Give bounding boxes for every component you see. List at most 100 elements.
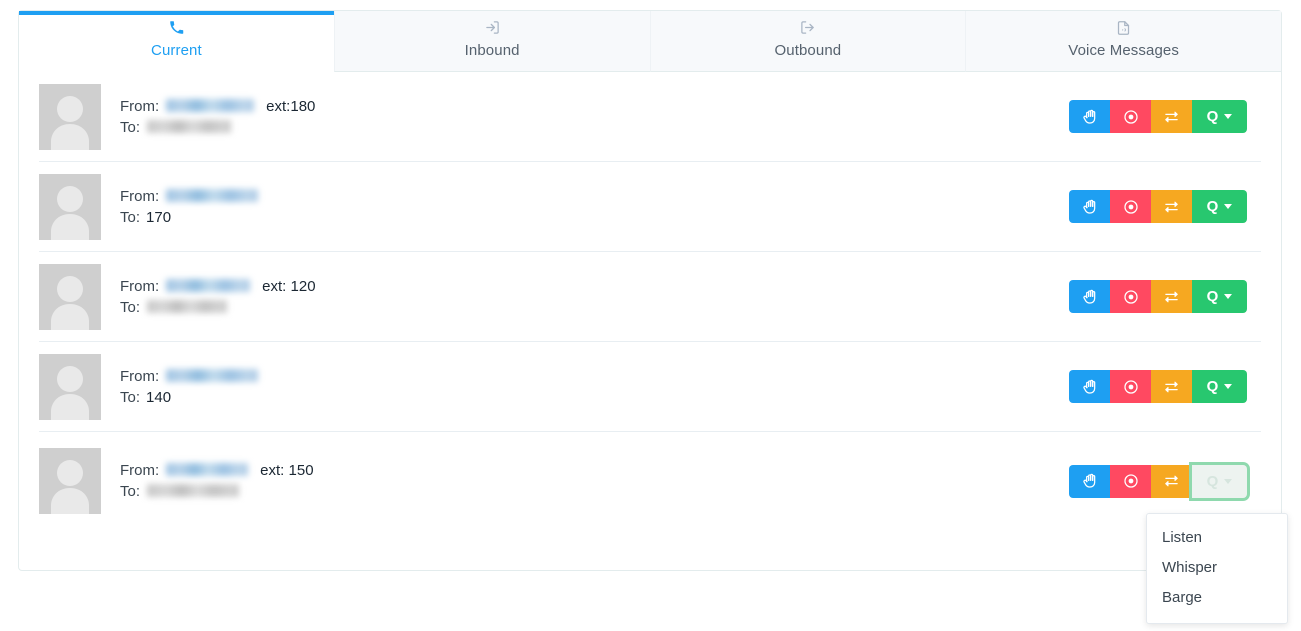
call-caller-block: From:To: 140 bbox=[39, 354, 258, 420]
transfer-icon bbox=[1163, 109, 1180, 125]
hand-icon bbox=[1082, 379, 1098, 395]
caret-down-icon bbox=[1224, 384, 1232, 389]
call-info: From:ext: 120To: bbox=[120, 276, 316, 318]
call-from-line: From: ext: 150 bbox=[120, 460, 314, 481]
call-to-label: To: bbox=[120, 387, 140, 408]
record-button[interactable] bbox=[1110, 100, 1151, 133]
call-to-line: To: 140 bbox=[120, 387, 258, 408]
hand-icon bbox=[1082, 199, 1098, 215]
call-actions: Q bbox=[1069, 100, 1247, 133]
tab-inbound[interactable]: Inbound bbox=[334, 11, 650, 72]
call-from-value[interactable] bbox=[166, 99, 254, 112]
call-caller-block: From:ext: 120To: bbox=[39, 264, 316, 330]
call-actions: Q bbox=[1069, 370, 1247, 403]
record-icon bbox=[1123, 289, 1139, 305]
call-dashboard-page: Current Inbound bbox=[0, 0, 1301, 631]
record-icon bbox=[1123, 379, 1139, 395]
call-info: From: ext: 150To: bbox=[120, 460, 314, 502]
record-icon bbox=[1123, 109, 1139, 125]
dropdown-item-whisper[interactable]: Whisper bbox=[1147, 553, 1287, 583]
avatar bbox=[39, 448, 101, 514]
record-icon bbox=[1123, 199, 1139, 215]
tab-current[interactable]: Current bbox=[19, 11, 334, 72]
queue-button-label: Q bbox=[1207, 109, 1219, 124]
call-from-value[interactable] bbox=[166, 463, 248, 476]
queue-button[interactable]: Q bbox=[1192, 280, 1247, 313]
avatar bbox=[39, 174, 101, 240]
record-button[interactable] bbox=[1110, 190, 1151, 223]
sign-in-icon bbox=[485, 20, 500, 37]
record-button[interactable] bbox=[1110, 465, 1151, 498]
tab-voice-messages[interactable]: Voice Messages bbox=[965, 11, 1281, 72]
queue-button-label: Q bbox=[1207, 474, 1219, 489]
hold-button[interactable] bbox=[1069, 370, 1110, 403]
call-from-line: From: ext:180 bbox=[120, 96, 315, 117]
hand-icon bbox=[1082, 473, 1098, 489]
call-to-label: To: bbox=[120, 117, 140, 138]
call-from-label: From: bbox=[120, 186, 159, 207]
queue-button[interactable]: Q bbox=[1192, 190, 1247, 223]
call-to-line: To: bbox=[120, 481, 314, 502]
queue-button-label: Q bbox=[1207, 289, 1219, 304]
call-to-value: 170 bbox=[146, 207, 171, 228]
call-from-label: From: bbox=[120, 460, 159, 481]
call-to-line: To: bbox=[120, 117, 315, 138]
avatar bbox=[39, 84, 101, 150]
hold-button[interactable] bbox=[1069, 280, 1110, 313]
call-actions: Q bbox=[1069, 465, 1247, 498]
queue-dropdown-menu: Listen Whisper Barge bbox=[1146, 513, 1288, 624]
voice-message-icon bbox=[1116, 20, 1131, 37]
hand-icon bbox=[1082, 109, 1098, 125]
call-from-value[interactable] bbox=[166, 189, 258, 202]
call-info: From: ext:180 To: bbox=[120, 96, 315, 138]
sign-out-icon bbox=[800, 20, 815, 37]
call-actions: Q bbox=[1069, 280, 1247, 313]
call-to-value: 140 bbox=[146, 387, 171, 408]
call-row: From: ext:180 To: Q bbox=[39, 72, 1261, 162]
transfer-button[interactable] bbox=[1151, 100, 1192, 133]
queue-button[interactable]: Q bbox=[1192, 100, 1247, 133]
call-row: From:To: 140 Q bbox=[39, 342, 1261, 432]
avatar bbox=[39, 354, 101, 420]
record-button[interactable] bbox=[1110, 280, 1151, 313]
dropdown-item-listen[interactable]: Listen bbox=[1147, 523, 1287, 553]
call-row: From:To:170Q bbox=[39, 162, 1261, 252]
transfer-button[interactable] bbox=[1151, 190, 1192, 223]
call-from-value[interactable] bbox=[166, 279, 250, 292]
call-from-line: From: bbox=[120, 186, 258, 207]
hold-button[interactable] bbox=[1069, 100, 1110, 133]
call-from-label: From: bbox=[120, 96, 159, 117]
transfer-button[interactable] bbox=[1151, 280, 1192, 313]
call-actions: Q bbox=[1069, 190, 1247, 223]
dropdown-item-barge[interactable]: Barge bbox=[1147, 583, 1287, 613]
call-from-line: From:ext: 120 bbox=[120, 276, 316, 297]
call-tabs: Current Inbound bbox=[19, 11, 1281, 72]
transfer-button[interactable] bbox=[1151, 370, 1192, 403]
caret-down-icon bbox=[1224, 479, 1232, 484]
queue-button[interactable]: Q bbox=[1192, 465, 1247, 498]
caret-down-icon bbox=[1224, 204, 1232, 209]
transfer-icon bbox=[1163, 199, 1180, 215]
transfer-button[interactable] bbox=[1151, 465, 1192, 498]
call-list: From:ext:180To:QFrom:To:170QFrom:ext: 12… bbox=[19, 72, 1281, 530]
phone-icon bbox=[169, 20, 184, 37]
queue-button[interactable]: Q bbox=[1192, 370, 1247, 403]
queue-button-label: Q bbox=[1207, 379, 1219, 394]
call-from-value[interactable] bbox=[166, 369, 258, 382]
tab-voice-messages-label: Voice Messages bbox=[1068, 42, 1179, 59]
transfer-icon bbox=[1163, 379, 1180, 395]
call-to-label: To: bbox=[120, 297, 140, 318]
tab-outbound[interactable]: Outbound bbox=[650, 11, 966, 72]
call-extension: ext:180 bbox=[266, 96, 315, 117]
record-button[interactable] bbox=[1110, 370, 1151, 403]
call-from-line: From: bbox=[120, 366, 258, 387]
calls-card: Current Inbound bbox=[18, 10, 1282, 571]
call-caller-block: From: ext:180 To: bbox=[39, 84, 315, 150]
tab-current-label: Current bbox=[151, 42, 202, 59]
hold-button[interactable] bbox=[1069, 190, 1110, 223]
call-extension: ext: 150 bbox=[260, 460, 313, 481]
hold-button[interactable] bbox=[1069, 465, 1110, 498]
call-to-value bbox=[147, 484, 239, 497]
tab-inbound-label: Inbound bbox=[465, 42, 520, 59]
call-info: From:To: 140 bbox=[120, 366, 258, 408]
